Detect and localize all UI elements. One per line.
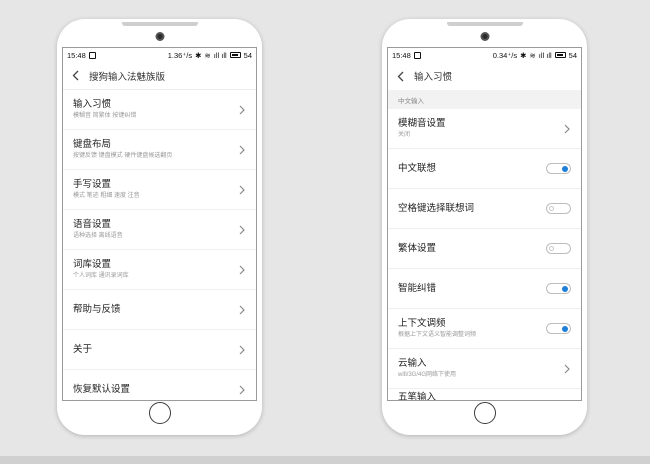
item-title: 繁体设置	[398, 242, 437, 254]
status-bar: 15:48 1.36⁺/s ✱ ≋ ıll ıll 54	[63, 48, 256, 62]
home-button[interactable]	[148, 402, 171, 424]
front-camera	[155, 32, 164, 41]
menu-item-handwriting[interactable]: 手写设置 模式 笔迹 粗细 速度 注音	[63, 170, 256, 210]
chevron-right-icon	[564, 124, 570, 133]
notification-icon	[413, 51, 421, 59]
chevron-right-icon	[239, 385, 245, 395]
item-title: 云输入	[398, 357, 427, 369]
menu-item-help-feedback[interactable]: 帮助与反馈	[63, 290, 256, 330]
item-title: 键盘布局	[73, 138, 112, 150]
back-arrow-icon[interactable]	[70, 70, 81, 81]
item-title: 恢复默认设置	[73, 384, 131, 395]
page-title: 输入习惯	[414, 72, 453, 83]
item-subtitle: 模式 笔迹 粗细 速度 注音	[73, 192, 140, 199]
menu-item-wubi-input[interactable]: 五笔输入	[388, 389, 581, 401]
chevron-right-icon	[239, 225, 245, 234]
signal-icon: ıll ıll	[538, 50, 552, 60]
battery-level: 54	[243, 50, 252, 60]
home-button[interactable]	[473, 402, 496, 424]
bluetooth-icon: ✱	[520, 50, 527, 60]
signal-icon: ıll ıll	[213, 50, 227, 60]
battery-icon	[554, 52, 566, 58]
menu-item-restore-defaults[interactable]: 恢复默认设置	[63, 370, 256, 400]
right-phone: 15:48 0.34⁺/s ✱ ≋ ıll ıll 54 输入习惯 中文输入 模…	[382, 19, 587, 435]
item-title: 五笔输入	[398, 392, 437, 401]
network-speed: 0.34⁺/s	[492, 50, 518, 60]
notification-icon	[88, 51, 96, 59]
item-title: 词库设置	[73, 258, 112, 270]
page-header: 搜狗输入法魅族版	[63, 62, 256, 90]
item-subtitle: 关闭	[398, 131, 411, 138]
speaker-grille	[121, 22, 198, 26]
chevron-right-icon	[239, 265, 245, 274]
item-subtitle: 模糊音 简繁体 按键纠错	[73, 112, 137, 119]
item-subtitle: 根据上下文语义智能调整词频	[398, 331, 477, 338]
status-bar: 15:48 0.34⁺/s ✱ ≋ ıll ıll 54	[388, 48, 581, 62]
space-select-toggle[interactable]	[546, 203, 571, 214]
menu-item-voice[interactable]: 语音设置 语种选择 离线语音	[63, 210, 256, 250]
item-title: 智能纠错	[398, 282, 437, 294]
back-arrow-icon[interactable]	[395, 71, 406, 82]
left-screen: 15:48 1.36⁺/s ✱ ≋ ıll ıll 54 搜狗输入法魅族版 输入…	[62, 47, 257, 401]
chevron-right-icon	[239, 105, 245, 114]
item-title: 帮助与反馈	[73, 303, 121, 315]
bottom-band	[0, 456, 650, 464]
item-title: 手写设置	[73, 178, 112, 190]
wifi-icon: ≋	[529, 50, 536, 60]
item-subtitle: 个人词库 通讯录词库	[73, 272, 129, 279]
item-subtitle: wifi/3G/4G网络下使用	[398, 371, 457, 378]
smart-correction-toggle[interactable]	[546, 283, 571, 294]
status-time: 15:48	[67, 50, 86, 60]
menu-item-cloud-input[interactable]: 云输入 wifi/3G/4G网络下使用	[388, 349, 581, 389]
context-frequency-toggle[interactable]	[546, 323, 571, 334]
left-phone: 15:48 1.36⁺/s ✱ ≋ ıll ıll 54 搜狗输入法魅族版 输入…	[57, 19, 262, 435]
association-toggle[interactable]	[546, 163, 571, 174]
menu-item-context-frequency: 上下文调频 根据上下文语义智能调整词频	[388, 309, 581, 349]
page-title: 搜狗输入法魅族版	[89, 71, 166, 83]
section-header-chinese-input: 中文输入	[388, 90, 581, 109]
menu-item-fuzzy-pinyin[interactable]: 模糊音设置 关闭	[388, 109, 581, 149]
chevron-right-icon	[564, 364, 570, 373]
wifi-icon: ≋	[204, 50, 211, 60]
menu-item-dictionary[interactable]: 词库设置 个人词库 通讯录词库	[63, 250, 256, 290]
menu-item-about[interactable]: 关于	[63, 330, 256, 370]
menu-item-smart-correction: 智能纠错	[388, 269, 581, 309]
menu-item-keyboard-layout[interactable]: 键盘布局 按键反馈 键盘模式 硬件键盘候选翻页	[63, 130, 256, 170]
item-title: 空格键选择联想词	[398, 202, 475, 214]
speaker-grille	[446, 22, 523, 26]
menu-item-chinese-association: 中文联想	[388, 149, 581, 189]
page-header: 输入习惯	[388, 62, 581, 90]
right-screen: 15:48 0.34⁺/s ✱ ≋ ıll ıll 54 输入习惯 中文输入 模…	[387, 47, 582, 401]
traditional-toggle[interactable]	[546, 243, 571, 254]
item-subtitle: 语种选择 离线语音	[73, 232, 123, 239]
item-title: 语音设置	[73, 218, 112, 230]
menu-item-space-select-association: 空格键选择联想词	[388, 189, 581, 229]
battery-level: 54	[568, 50, 577, 60]
item-title: 模糊音设置	[398, 117, 446, 129]
item-title: 输入习惯	[73, 98, 112, 110]
status-time: 15:48	[392, 50, 411, 60]
bluetooth-icon: ✱	[195, 50, 202, 60]
front-camera	[480, 32, 489, 41]
chevron-right-icon	[239, 305, 245, 314]
menu-item-traditional: 繁体设置	[388, 229, 581, 269]
item-title: 上下文调频	[398, 317, 446, 329]
chevron-right-icon	[239, 145, 245, 154]
menu-item-input-habits[interactable]: 输入习惯 模糊音 简繁体 按键纠错	[63, 90, 256, 130]
item-title: 中文联想	[398, 162, 437, 174]
network-speed: 1.36⁺/s	[167, 50, 193, 60]
item-subtitle: 按键反馈 键盘模式 硬件键盘候选翻页	[73, 152, 173, 159]
item-title: 关于	[73, 343, 93, 355]
chevron-right-icon	[239, 345, 245, 354]
battery-icon	[229, 52, 241, 58]
chevron-right-icon	[239, 185, 245, 194]
